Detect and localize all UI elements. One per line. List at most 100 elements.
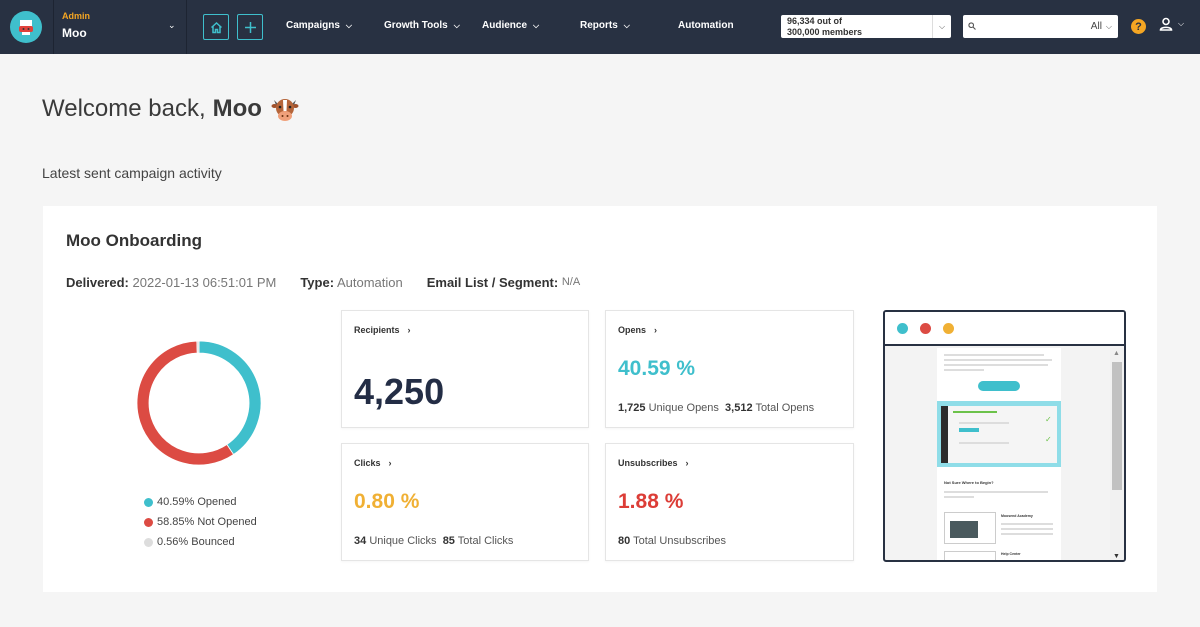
text-line (1001, 523, 1053, 525)
total-clicks-label: Total Clicks (457, 535, 514, 547)
welcome-user-name: Moo (212, 95, 262, 122)
text-line (1001, 528, 1053, 530)
email-thumbnail: ✓ ✓ Not Sure Where to Begin? Moosend Aca… (937, 348, 1061, 560)
nav-reports[interactable]: Reports ⌵ (580, 20, 630, 31)
text-line (944, 369, 984, 371)
unique-clicks-count: 34 (354, 535, 367, 547)
preview-scrollbar[interactable]: ▲ ▼ (1110, 348, 1124, 560)
text-line (944, 364, 1048, 366)
text-line (944, 359, 1052, 361)
unsubscribes-stat-card: Unsubscribes › 1.88 % 80 Total Unsubscrib… (605, 443, 854, 561)
opens-breakdown: 1,725 Unique Opens 3,512 Total Opens (618, 402, 814, 414)
account-switcher[interactable]: Admin Moo (62, 11, 90, 40)
check-icon: ✓ (1045, 415, 1052, 424)
plus-icon (244, 21, 256, 33)
scroll-down-icon[interactable]: ▼ (1113, 553, 1120, 560)
chart-legend: 40.59% Opened 58.85% Not Opened 0.56% Bo… (144, 492, 257, 552)
scroll-up-icon[interactable]: ▲ (1113, 350, 1120, 357)
donut-slice-bounced[interactable] (196, 341, 200, 354)
chevron-down-icon: ⌵ (623, 20, 630, 30)
window-dot-icon (897, 323, 908, 334)
home-button[interactable] (203, 14, 229, 40)
chevron-down-icon[interactable]: ⌄ (168, 20, 176, 31)
chevron-down-icon[interactable]: ⌵ (932, 15, 951, 38)
campaign-activity-card: Moo Onboarding Delivered: 2022-01-13 06:… (43, 206, 1157, 592)
click-rate: 0.80 % (354, 490, 420, 513)
chevron-down-icon: ⌵ (345, 20, 352, 30)
delivered-info: Delivered: 2022-01-13 06:51:01 PM (66, 275, 276, 290)
preview-section-heading: Not Sure Where to Begin? (944, 480, 994, 485)
account-role: Admin (62, 11, 90, 21)
opens-stat-card: Opens › 40.59 % 1,725 Unique Opens 3,512 … (605, 310, 854, 428)
nav-automation-label: Automation (678, 20, 734, 31)
members-count-line1: 96,334 out of (787, 16, 843, 26)
email-screenshot-image: ✓ ✓ (937, 401, 1061, 467)
cow-logo-icon (19, 20, 33, 35)
create-new-button[interactable] (237, 14, 263, 40)
home-icon (210, 21, 222, 33)
nav-growth-tools-label: Growth Tools (384, 20, 448, 31)
campaign-meta: Delivered: 2022-01-13 06:51:01 PM Type: … (66, 275, 580, 290)
scrollbar-thumb[interactable] (1112, 362, 1122, 490)
donut-slice-opened[interactable] (198, 341, 261, 456)
nav-audience[interactable]: Audience ⌵ (482, 20, 539, 31)
preview-card2-title: Help Center (1001, 552, 1021, 556)
recipients-label: Recipients (354, 325, 400, 335)
total-clicks-count: 85 (442, 535, 455, 547)
nav-campaigns[interactable]: Campaigns ⌵ (286, 20, 352, 31)
account-name: Moo (62, 26, 87, 40)
chevron-down-icon: ⌵ (453, 20, 460, 30)
recipients-stat-card: Recipients › 4,250 (341, 310, 589, 428)
legend-swatch (144, 517, 153, 527)
nav-automation[interactable]: Automation (678, 20, 734, 31)
cow-emoji-icon (271, 99, 299, 121)
preview-window-chrome (885, 312, 1124, 346)
opens-label: Opens (618, 325, 647, 335)
check-icon: ✓ (1045, 435, 1052, 444)
chevron-down-icon: ⌵ (1178, 19, 1185, 28)
unsubscribes-link[interactable]: Unsubscribes › (618, 458, 689, 468)
legend-swatch (144, 497, 153, 507)
welcome-greeting: Welcome back, (42, 95, 206, 122)
global-search[interactable]: All ⌵ (963, 15, 1118, 38)
campaign-title[interactable]: Moo Onboarding (66, 231, 202, 251)
nav-divider (53, 0, 54, 54)
unique-opens-count: 1,725 (618, 402, 646, 414)
chevron-right-icon: › (407, 325, 411, 335)
recipients-link[interactable]: Recipients › (354, 325, 411, 335)
search-icon (968, 21, 982, 32)
search-scope-select[interactable]: All (1091, 21, 1102, 32)
members-count-select[interactable]: 96,334 out of 300,000 members ⌵ (781, 15, 951, 38)
legend-item-opened: 40.59% Opened (144, 492, 257, 512)
legend-label: 58.85% Not Opened (157, 516, 257, 528)
help-button[interactable]: ? (1131, 19, 1146, 34)
total-opens-label: Total Opens (755, 402, 815, 414)
academy-thumbnail (944, 512, 996, 544)
opens-link[interactable]: Opens › (618, 325, 657, 335)
delivered-value: 2022-01-13 06:51:01 PM (132, 275, 277, 290)
legend-label: 0.56% Bounced (157, 536, 235, 548)
legend-item-not-opened: 58.85% Not Opened (144, 512, 257, 532)
donut-slice-not-opened[interactable] (137, 341, 235, 465)
top-navigation-bar: Admin Moo ⌄ Campaigns ⌵ Growth Tools ⌵ Aud… (0, 0, 1200, 54)
nav-growth-tools[interactable]: Growth Tools ⌵ (384, 20, 460, 31)
clicks-label: Clicks (354, 458, 381, 468)
user-icon (1159, 17, 1173, 31)
nav-divider (186, 0, 187, 54)
text-line (1001, 533, 1053, 535)
open-rate: 40.59 % (618, 357, 696, 380)
clicks-link[interactable]: Clicks › (354, 458, 392, 468)
nav-audience-label: Audience (482, 20, 528, 31)
delivered-label: Delivered: (66, 275, 129, 290)
user-menu[interactable]: ⌵ (1159, 17, 1184, 31)
help-thumbnail (944, 551, 996, 560)
opens-donut-chart (137, 341, 261, 465)
search-input[interactable] (982, 16, 1091, 37)
email-preview-window[interactable]: ✓ ✓ Not Sure Where to Begin? Moosend Aca… (883, 310, 1126, 562)
text-line (944, 496, 974, 498)
chevron-down-icon[interactable]: ⌵ (1106, 22, 1112, 32)
total-unsubscribes-count: 80 (618, 535, 631, 547)
brand-logo[interactable] (10, 11, 42, 43)
text-line (944, 354, 1044, 356)
legend-item-bounced: 0.56% Bounced (144, 532, 257, 552)
